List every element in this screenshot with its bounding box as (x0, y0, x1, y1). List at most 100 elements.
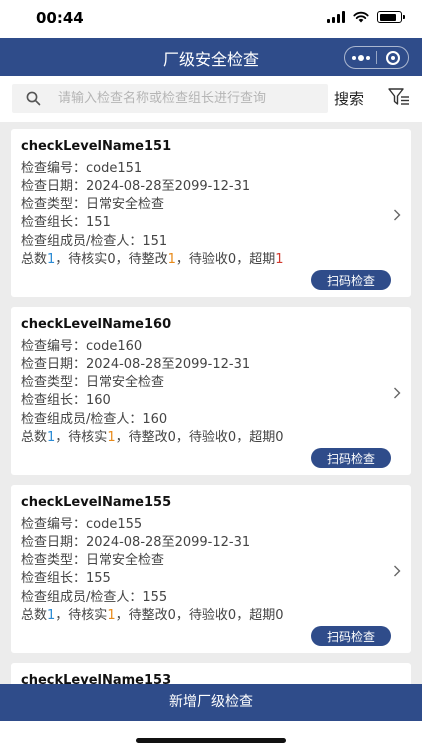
overdue-count: 0 (275, 608, 284, 623)
check-leader: 155 (86, 571, 111, 586)
pending-accept-count: 0 (227, 430, 237, 445)
pending-accept-count: 0 (227, 252, 237, 267)
check-type-row: 检查类型：日常安全检查 (21, 193, 164, 212)
check-type-label: 检查类型： (21, 553, 87, 568)
search-box (12, 84, 328, 113)
pending-accept-label: ，待验收 (175, 252, 228, 267)
check-stats-row: 总数1，待核实0，待整改1，待验收0，超期1 (21, 248, 283, 267)
check-members: 151 (142, 234, 168, 249)
check-name: checkLevelName153 (21, 673, 172, 684)
check-leader-row: 检查组长：151 (21, 211, 111, 230)
overdue-count: 0 (275, 430, 284, 445)
search-input[interactable] (58, 84, 320, 113)
check-card[interactable]: checkLevelName155 检查编号：code155 检查日期：2024… (11, 485, 411, 653)
battery-icon (377, 11, 405, 23)
search-icon (26, 91, 41, 106)
check-card[interactable]: checkLevelName153 (11, 663, 411, 684)
pending-verify-count: 0 (107, 252, 116, 267)
check-leader-row: 检查组长：160 (21, 389, 111, 408)
check-members-label: 检查组成员/检查人： (21, 412, 143, 427)
overdue-count: 1 (275, 252, 284, 267)
more-icon[interactable] (345, 54, 376, 61)
check-leader-row: 检查组长：155 (21, 567, 111, 586)
check-leader: 160 (86, 393, 111, 408)
check-code-label: 检查编号： (21, 161, 87, 176)
scan-check-button[interactable]: 扫码检查 (311, 270, 391, 290)
check-code: code155 (86, 517, 143, 532)
check-stats-row: 总数1，待核实1，待整改0，待验收0，超期0 (21, 426, 283, 445)
pending-verify-label: ，待核实 (55, 252, 108, 267)
check-card[interactable]: checkLevelName160 检查编号：code160 检查日期：2024… (11, 307, 411, 475)
pending-fix-label: ，待整改 (115, 608, 168, 623)
check-date-label: 检查日期： (21, 357, 87, 372)
check-list: checkLevelName151 检查编号：code151 检查日期：2024… (0, 122, 422, 684)
add-factory-check-button[interactable]: 新增厂级检查 (0, 684, 422, 721)
pending-fix-label: ，待整改 (115, 430, 168, 445)
check-type: 日常安全检查 (86, 197, 165, 212)
check-code-row: 检查编号：code160 (21, 335, 142, 354)
status-bar: 00:44 (0, 0, 422, 38)
check-type-label: 检查类型： (21, 375, 87, 390)
mini-program-capsule (344, 46, 409, 69)
check-name: checkLevelName155 (21, 495, 172, 510)
check-members: 160 (142, 412, 168, 427)
status-icons (327, 11, 405, 23)
pending-verify-label: ，待核实 (55, 430, 108, 445)
scan-check-button[interactable]: 扫码检查 (311, 626, 391, 646)
check-members-row: 检查组成员/检查人：155 (21, 586, 167, 605)
search-button[interactable]: 搜索 (334, 88, 364, 109)
search-row: 搜索 (0, 76, 422, 122)
check-card[interactable]: checkLevelName151 检查编号：code151 检查日期：2024… (11, 129, 411, 297)
check-date-label: 检查日期： (21, 535, 87, 550)
status-time: 00:44 (36, 9, 84, 27)
check-name: checkLevelName151 (21, 139, 172, 154)
nav-bar: 厂级安全检查 (0, 38, 422, 76)
pending-accept-label: ，待验收 (175, 608, 228, 623)
check-type-row: 检查类型：日常安全检查 (21, 549, 164, 568)
check-code-row: 检查编号：code151 (21, 157, 142, 176)
check-date: 2024-08-28至2099-12-31 (86, 535, 251, 550)
check-code-label: 检查编号： (21, 339, 87, 354)
pending-fix-count: 0 (167, 430, 176, 445)
check-date-row: 检查日期：2024-08-28至2099-12-31 (21, 175, 250, 194)
check-leader-label: 检查组长： (21, 393, 87, 408)
overdue-label: ，超期 (236, 252, 276, 267)
check-date-row: 检查日期：2024-08-28至2099-12-31 (21, 353, 250, 372)
check-date: 2024-08-28至2099-12-31 (86, 357, 251, 372)
total-label: 总数 (21, 430, 48, 445)
wifi-icon (353, 11, 369, 23)
close-icon[interactable] (377, 50, 408, 65)
pending-fix-label: ，待整改 (115, 252, 168, 267)
check-type-row: 检查类型：日常安全检查 (21, 371, 164, 390)
home-indicator-area (0, 721, 422, 750)
overdue-label: ，超期 (236, 608, 276, 623)
home-indicator[interactable] (136, 738, 286, 743)
check-type: 日常安全检查 (86, 553, 165, 568)
check-code: code160 (86, 339, 143, 354)
check-leader: 151 (86, 215, 111, 230)
check-date: 2024-08-28至2099-12-31 (86, 179, 251, 194)
chevron-right-icon (394, 209, 401, 221)
check-name: checkLevelName160 (21, 317, 172, 332)
overdue-label: ，超期 (236, 430, 276, 445)
pending-accept-count: 0 (227, 608, 237, 623)
check-members-label: 检查组成员/检查人： (21, 590, 143, 605)
check-members: 155 (142, 590, 168, 605)
check-type: 日常安全检查 (86, 375, 165, 390)
chevron-right-icon (394, 565, 401, 577)
check-date-row: 检查日期：2024-08-28至2099-12-31 (21, 531, 250, 550)
check-members-row: 检查组成员/检查人：160 (21, 408, 167, 427)
pending-verify-count: 1 (107, 430, 116, 445)
chevron-right-icon (394, 387, 401, 399)
scan-check-button[interactable]: 扫码检查 (311, 448, 391, 468)
pending-accept-label: ，待验收 (175, 430, 228, 445)
check-code-row: 检查编号：code155 (21, 513, 142, 532)
check-code-label: 检查编号： (21, 517, 87, 532)
filter-icon[interactable] (387, 86, 411, 108)
pending-fix-count: 0 (167, 608, 176, 623)
check-leader-label: 检查组长： (21, 215, 87, 230)
pending-verify-count: 1 (107, 608, 116, 623)
check-leader-label: 检查组长： (21, 571, 87, 586)
check-type-label: 检查类型： (21, 197, 87, 212)
pending-verify-label: ，待核实 (55, 608, 108, 623)
